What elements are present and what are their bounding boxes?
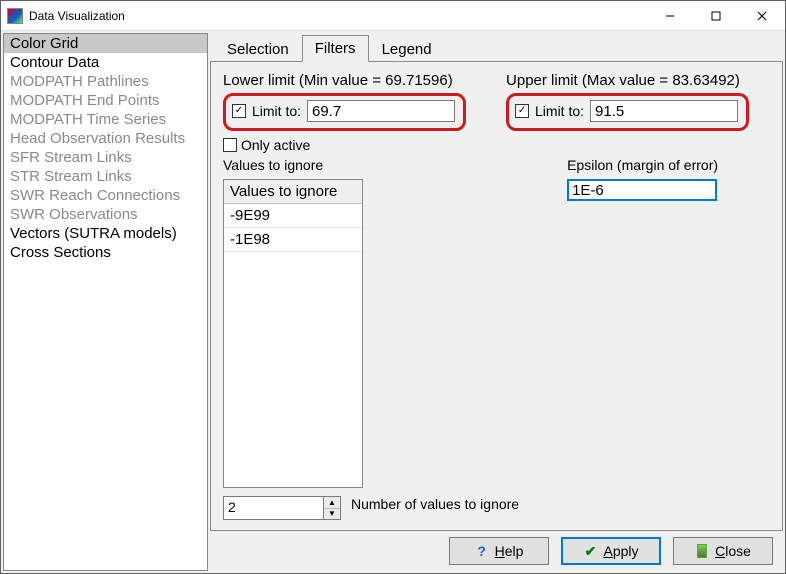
values-to-ignore-column: Values to ignore Values to ignore -9E99 … — [223, 157, 519, 520]
ignore-count-label: Number of values to ignore — [351, 496, 519, 512]
upper-limit-group: Upper limit (Max value = 83.63492) Limit… — [506, 72, 749, 131]
sidebar-item-head-observation-results: Head Observation Results — [4, 129, 207, 148]
tab-legend[interactable]: Legend — [369, 36, 445, 62]
upper-limit-box: Limit to: 91.5 — [506, 93, 749, 131]
close-icon — [757, 11, 767, 21]
values-to-ignore-table[interactable]: Values to ignore -9E99 -1E98 — [223, 179, 363, 488]
tab-selection[interactable]: Selection — [214, 36, 302, 62]
epsilon-input[interactable]: 1E-6 — [567, 179, 717, 201]
help-button[interactable]: ? Help — [449, 537, 549, 565]
upper-limit-input[interactable]: 91.5 — [590, 100, 738, 122]
sidebar[interactable]: Color Grid Contour Data MODPATH Pathline… — [3, 33, 208, 571]
sidebar-item-vectors-sutra[interactable]: Vectors (SUTRA models) — [4, 224, 207, 243]
filters-columns: Values to ignore Values to ignore -9E99 … — [223, 157, 770, 520]
titlebar: Data Visualization — [1, 1, 785, 31]
sidebar-item-sfr-stream-links: SFR Stream Links — [4, 148, 207, 167]
ignore-count-value[interactable]: 2 — [223, 496, 323, 520]
apply-button[interactable]: ✔ Apply — [561, 537, 661, 565]
window-controls — [647, 1, 785, 31]
lower-limit-checkbox-label: Limit to: — [252, 103, 301, 119]
minimize-button[interactable] — [647, 1, 693, 31]
only-active-label: Only active — [241, 137, 310, 153]
upper-limit-checkbox-label: Limit to: — [535, 103, 584, 119]
close-button[interactable]: Close — [673, 537, 773, 565]
sidebar-item-modpath-end-points: MODPATH End Points — [4, 91, 207, 110]
app-window: Data Visualization Color Grid Contour Da… — [0, 0, 786, 574]
window-body: Color Grid Contour Data MODPATH Pathline… — [1, 31, 785, 573]
button-bar: ? Help ✔ Apply Close — [210, 531, 783, 571]
values-to-ignore-row[interactable]: -9E99 — [224, 204, 362, 228]
values-to-ignore-header: Values to ignore — [224, 180, 362, 204]
minimize-icon — [665, 11, 675, 21]
app-icon — [7, 8, 23, 24]
ignore-count-up[interactable]: ▲ — [324, 497, 340, 509]
main-panel: Selection Filters Legend Lower limit (Mi… — [210, 33, 783, 571]
ignore-count-down[interactable]: ▼ — [324, 509, 340, 520]
lower-limit-group: Lower limit (Min value = 69.71596) Limit… — [223, 72, 466, 131]
window-title: Data Visualization — [29, 9, 647, 23]
check-icon: ✔ — [583, 544, 597, 558]
ignore-count-buttons: ▲ ▼ — [323, 496, 341, 520]
tab-filters[interactable]: Filters — [302, 35, 369, 62]
ignore-count-spinner[interactable]: 2 ▲ ▼ — [223, 496, 341, 520]
close-window-button[interactable] — [739, 1, 785, 31]
values-to-ignore-row[interactable]: -1E98 — [224, 228, 362, 252]
upper-limit-checkbox[interactable] — [515, 104, 529, 118]
door-icon — [695, 544, 709, 558]
help-icon: ? — [475, 544, 489, 558]
lower-limit-box: Limit to: 69.7 — [223, 93, 466, 131]
only-active-checkbox[interactable] — [223, 138, 237, 152]
close-button-label: lose — [725, 543, 751, 559]
sidebar-item-swr-observations: SWR Observations — [4, 205, 207, 224]
only-active-row: Only active — [223, 137, 770, 153]
values-to-ignore-label: Values to ignore — [223, 157, 519, 173]
sidebar-item-color-grid[interactable]: Color Grid — [4, 34, 207, 53]
limits-row: Lower limit (Min value = 69.71596) Limit… — [223, 72, 770, 131]
sidebar-item-str-stream-links: STR Stream Links — [4, 167, 207, 186]
epsilon-label: Epsilon (margin of error) — [567, 157, 718, 173]
epsilon-column: Epsilon (margin of error) 1E-6 — [567, 157, 718, 520]
maximize-icon — [711, 11, 721, 21]
upper-limit-caption: Upper limit (Max value = 83.63492) — [506, 72, 749, 89]
sidebar-item-modpath-time-series: MODPATH Time Series — [4, 110, 207, 129]
lower-limit-checkbox[interactable] — [232, 104, 246, 118]
sidebar-item-cross-sections[interactable]: Cross Sections — [4, 243, 207, 262]
help-button-label: elp — [505, 543, 524, 559]
sidebar-item-modpath-pathlines: MODPATH Pathlines — [4, 72, 207, 91]
lower-limit-input[interactable]: 69.7 — [307, 100, 455, 122]
lower-limit-caption: Lower limit (Min value = 69.71596) — [223, 72, 466, 89]
maximize-button[interactable] — [693, 1, 739, 31]
filters-tab-content: Lower limit (Min value = 69.71596) Limit… — [210, 61, 783, 531]
apply-button-label: pply — [613, 543, 639, 559]
tab-strip: Selection Filters Legend — [210, 33, 783, 61]
sidebar-item-contour-data[interactable]: Contour Data — [4, 53, 207, 72]
sidebar-item-swr-reach-connections: SWR Reach Connections — [4, 186, 207, 205]
